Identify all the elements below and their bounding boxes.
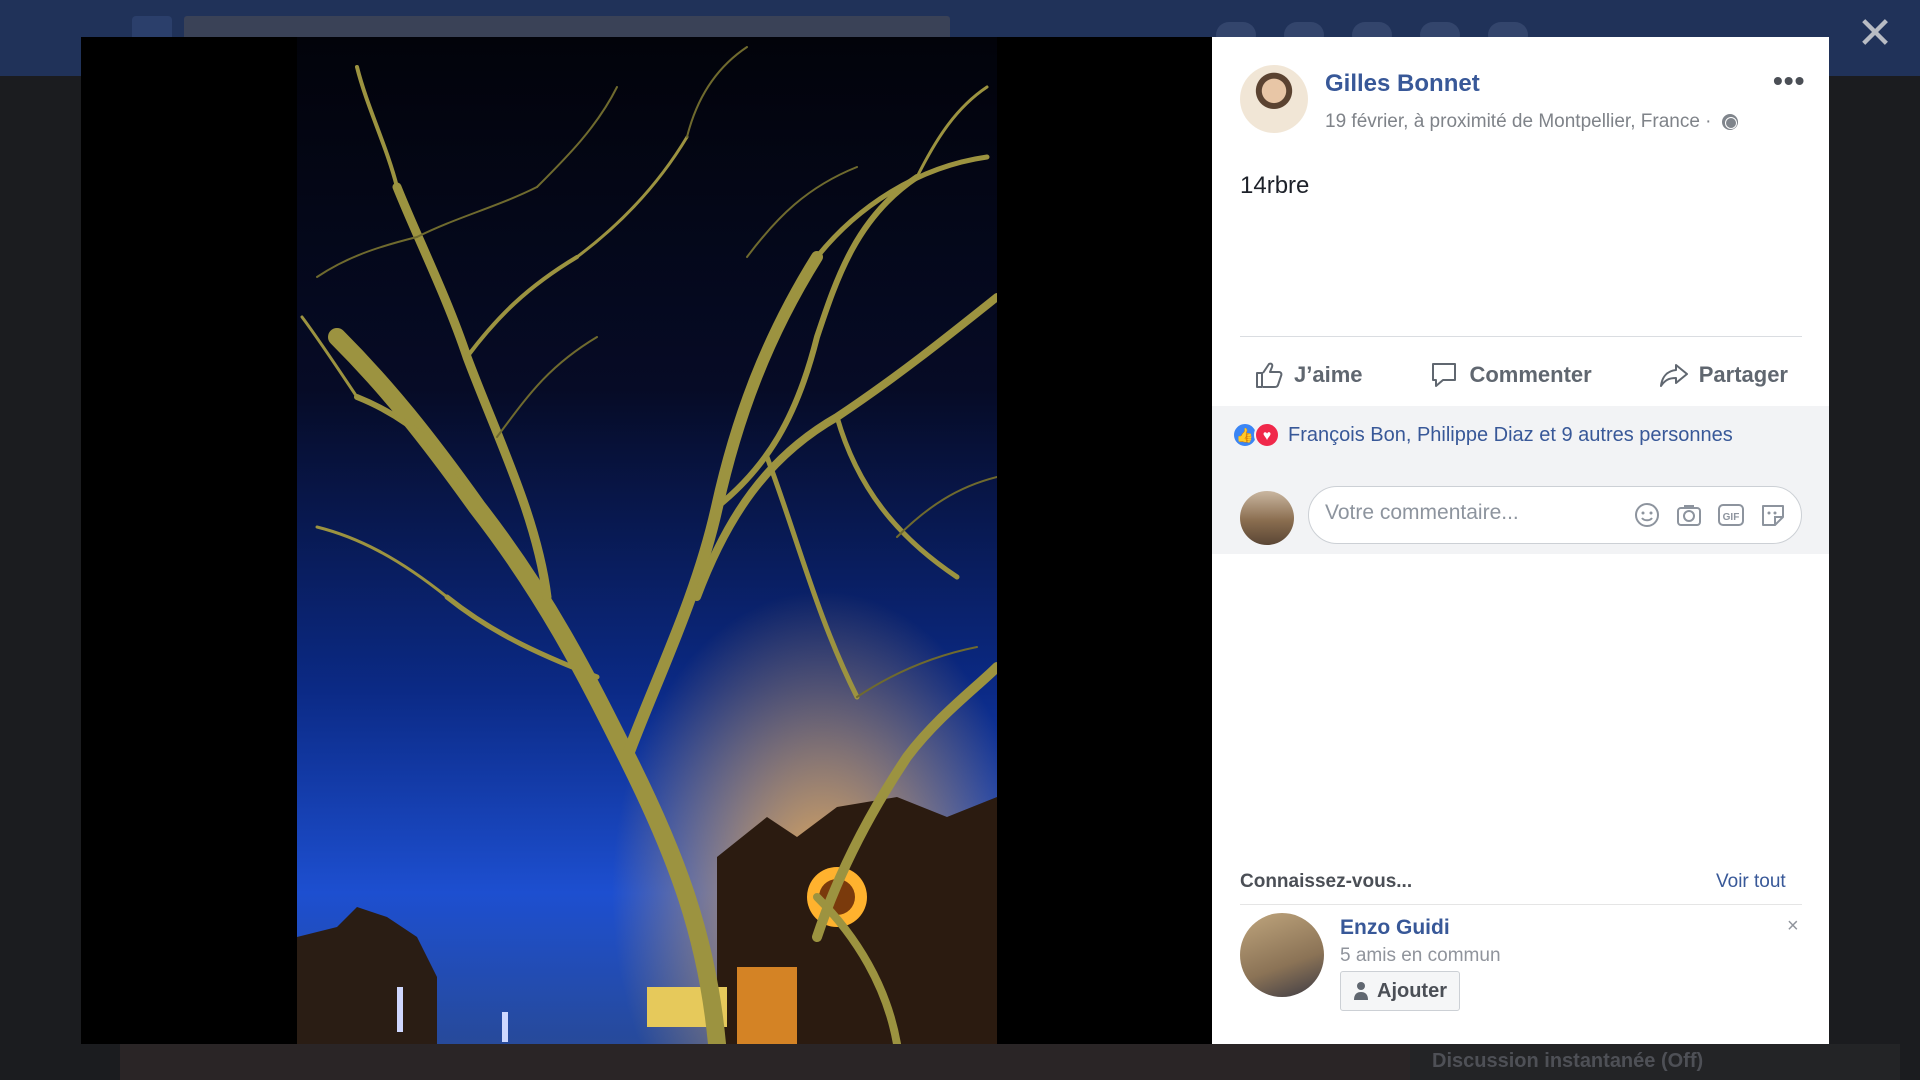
reaction-summary[interactable]: 👍 ♥ François Bon, Philippe Diaz et 9 aut… xyxy=(1232,422,1733,448)
camera-icon[interactable] xyxy=(1675,501,1703,529)
add-friend-button[interactable]: Ajouter xyxy=(1340,971,1460,1011)
comment-input[interactable] xyxy=(1325,501,1625,525)
share-label: Partager xyxy=(1698,362,1788,387)
comment-composer[interactable]: GIF xyxy=(1308,486,1802,544)
post-date-location[interactable]: 19 février, à proximité de Montpellier, … xyxy=(1325,111,1712,133)
more-options-icon[interactable]: ••• xyxy=(1773,65,1805,97)
add-friend-icon xyxy=(1354,982,1368,1000)
close-button[interactable]: ✕ xyxy=(1855,12,1895,56)
thumbs-up-icon xyxy=(1256,362,1283,388)
action-bar: J’aime Commenter Partager xyxy=(1240,353,1802,397)
sticker-icon[interactable] xyxy=(1759,501,1787,529)
like-button[interactable]: J’aime xyxy=(1240,360,1377,390)
current-user-avatar xyxy=(1240,491,1294,545)
share-arrow-icon xyxy=(1659,364,1688,387)
divider xyxy=(1240,336,1802,337)
emoji-icon[interactable] xyxy=(1633,501,1661,529)
chat-bar[interactable]: Discussion instantanée (Off) xyxy=(1410,1044,1900,1080)
author-name[interactable]: Gilles Bonnet xyxy=(1325,70,1480,98)
comment-bubble-icon xyxy=(1432,363,1457,387)
gif-icon-text: GIF xyxy=(1723,512,1740,523)
people-you-may-know-title: Connaissez-vous... xyxy=(1240,871,1413,892)
photo-viewer[interactable] xyxy=(81,37,1212,1044)
post-caption: 14rbre xyxy=(1240,172,1310,199)
suggested-friend-name[interactable]: Enzo Guidi xyxy=(1340,916,1450,940)
suggested-friend-avatar[interactable] xyxy=(1240,913,1324,997)
dismiss-suggestion-icon[interactable]: × xyxy=(1787,915,1799,938)
author-avatar[interactable] xyxy=(1240,65,1308,133)
photo-night-tree xyxy=(297,37,997,1044)
love-reaction-icon: ♥ xyxy=(1254,422,1280,448)
share-button[interactable]: Partager xyxy=(1645,360,1802,390)
add-friend-label: Ajouter xyxy=(1377,979,1447,1002)
comment-button[interactable]: Commenter xyxy=(1415,360,1605,390)
divider xyxy=(1240,904,1802,905)
globe-icon[interactable] xyxy=(1721,114,1738,130)
post-side-panel: Gilles Bonnet 19 février, à proximité de… xyxy=(1212,37,1829,1044)
background-photo-strip xyxy=(120,1044,1410,1080)
see-all-link[interactable]: Voir tout xyxy=(1716,871,1786,893)
gif-icon[interactable]: GIF xyxy=(1717,501,1745,529)
like-label: J’aime xyxy=(1294,362,1363,387)
reactions-and-comments: 👍 ♥ François Bon, Philippe Diaz et 9 aut… xyxy=(1212,406,1829,554)
composer-icons: GIF xyxy=(1633,501,1787,529)
comment-label: Commenter xyxy=(1469,362,1592,387)
post-meta: 19 février, à proximité de Montpellier, … xyxy=(1325,111,1738,133)
reaction-names[interactable]: François Bon, Philippe Diaz et 9 autres … xyxy=(1288,424,1733,447)
mutual-friends-count[interactable]: 5 amis en commun xyxy=(1340,945,1501,967)
